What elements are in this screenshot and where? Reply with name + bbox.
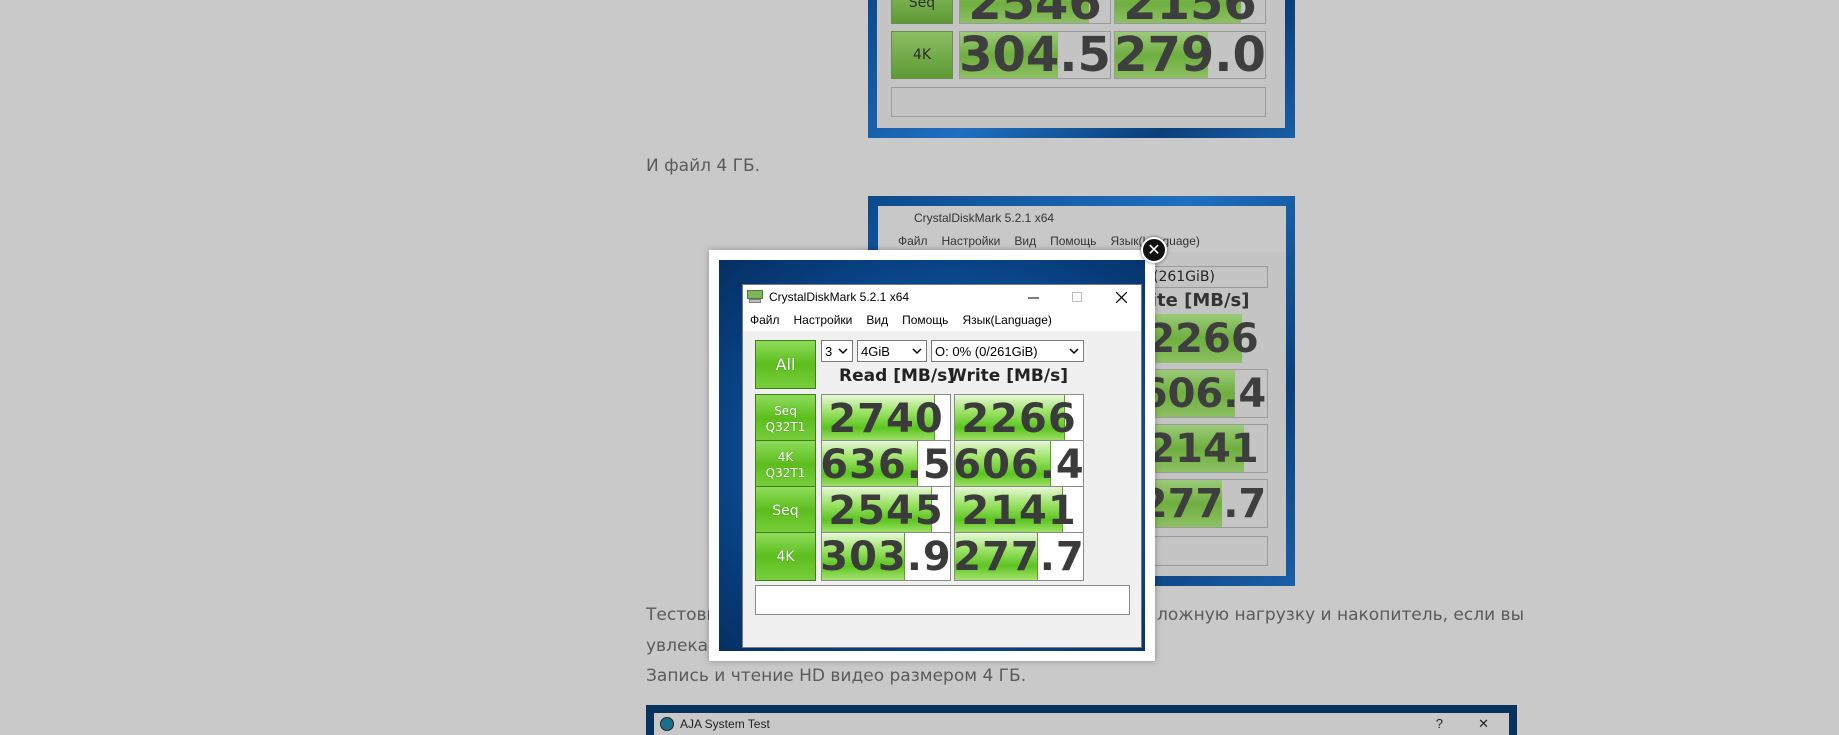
top-comment-box bbox=[891, 87, 1266, 117]
window-titlebar: CrystalDiskMark 5.2.1 x64 bbox=[743, 285, 1141, 309]
middle-value-2: 606.4 bbox=[1138, 369, 1268, 418]
window-body: All 3 4GiB O: 0% (0/261GiB) Read [MB/s] … bbox=[743, 331, 1141, 647]
article-text-file4gb: И файл 4 ГБ. bbox=[646, 156, 761, 176]
menu-file[interactable]: Файл bbox=[743, 313, 787, 327]
desktop-background: CrystalDiskMark 5.2.1 x64 Файл Настройки… bbox=[719, 260, 1145, 651]
top-write-4k: 279.0 bbox=[1114, 31, 1266, 79]
read-4k: 303.9 bbox=[821, 532, 951, 581]
close-window-icon[interactable] bbox=[1099, 285, 1143, 309]
aja-help-icon[interactable]: ? bbox=[1436, 716, 1443, 731]
top-screenshot: Seq 2546 2156 4K 304.5 279.0 bbox=[868, 0, 1295, 138]
4k-q32t1-button[interactable]: 4K Q32T1 bbox=[755, 440, 816, 489]
chevron-down-icon bbox=[912, 348, 922, 355]
middle-window-menu: Файл Настройки Вид Помощь Язык(Language) bbox=[878, 230, 1286, 252]
maximize-icon[interactable] bbox=[1055, 285, 1099, 309]
top-write-seq: 2156 bbox=[1114, 0, 1266, 24]
crystaldiskmark-app-icon bbox=[747, 290, 763, 304]
write-4k-q32t1: 606.4 bbox=[954, 440, 1084, 489]
middle-comment-box bbox=[1138, 536, 1268, 566]
aja-close-icon[interactable]: ✕ bbox=[1478, 716, 1489, 732]
middle-drive-select: (261GiB) bbox=[1148, 266, 1268, 288]
write-4k: 277.7 bbox=[954, 532, 1084, 581]
write-header: Write [MB/s] bbox=[948, 366, 1068, 386]
article-text-test-right: ложную нагрузку и накопитель, если вы bbox=[1157, 605, 1524, 625]
middle-value-1: 2266 bbox=[1138, 314, 1268, 363]
size-select[interactable]: 4GiB bbox=[857, 340, 927, 362]
window-title: CrystalDiskMark 5.2.1 x64 bbox=[769, 290, 910, 304]
lightbox-popup: CrystalDiskMark 5.2.1 x64 Файл Настройки… bbox=[709, 250, 1155, 661]
top-row-label-4k: 4K bbox=[891, 31, 953, 79]
menu-view[interactable]: Вид bbox=[859, 313, 895, 327]
middle-value-3: 2141 bbox=[1138, 424, 1268, 473]
top-read-4k: 304.5 bbox=[959, 31, 1111, 79]
top-row-label-seq: Seq bbox=[891, 0, 953, 24]
seq-button[interactable]: Seq bbox=[755, 486, 816, 535]
read-4k-q32t1: 636.5 bbox=[821, 440, 951, 489]
read-seq-q32t1: 2740 bbox=[821, 394, 951, 443]
article-text-test2-left: увлекае bbox=[646, 636, 719, 656]
minimize-icon[interactable] bbox=[1011, 285, 1055, 309]
chevron-down-icon bbox=[1069, 348, 1079, 355]
menu-settings[interactable]: Настройки bbox=[787, 313, 860, 327]
read-seq: 2545 bbox=[821, 486, 951, 535]
chevron-down-icon bbox=[838, 348, 848, 355]
aja-window-title: AJA System Test ? ✕ bbox=[654, 713, 1509, 735]
seq-q32t1-button[interactable]: Seq Q32T1 bbox=[755, 394, 816, 443]
write-seq: 2141 bbox=[954, 486, 1084, 535]
all-button[interactable]: All bbox=[755, 340, 816, 389]
menu-help[interactable]: Помощь bbox=[895, 313, 955, 327]
window-menubar: Файл Настройки Вид Помощь Язык(Language) bbox=[743, 309, 1141, 331]
middle-value-4: 277.7 bbox=[1138, 479, 1268, 528]
aja-app-icon bbox=[660, 717, 674, 731]
middle-write-header: rite [MB/s] bbox=[1142, 290, 1250, 311]
count-select[interactable]: 3 bbox=[821, 340, 853, 362]
aja-screenshot[interactable]: AJA System Test ? ✕ bbox=[646, 705, 1517, 735]
close-popup-icon[interactable]: ✕ bbox=[1141, 237, 1167, 263]
comment-input[interactable] bbox=[755, 585, 1130, 615]
write-seq-q32t1: 2266 bbox=[954, 394, 1084, 443]
4k-button[interactable]: 4K bbox=[755, 532, 816, 581]
top-read-seq: 2546 bbox=[959, 0, 1111, 24]
drive-select[interactable]: O: 0% (0/261GiB) bbox=[931, 340, 1084, 362]
middle-window-title: CrystalDiskMark 5.2.1 x64 bbox=[878, 206, 1286, 230]
menu-language[interactable]: Язык(Language) bbox=[955, 313, 1058, 327]
top-screenshot-window: Seq 2546 2156 4K 304.5 279.0 bbox=[877, 0, 1285, 128]
article-text-hd-video: Запись и чтение HD видео размером 4 ГБ. bbox=[646, 666, 1027, 686]
crystaldiskmark-window: CrystalDiskMark 5.2.1 x64 Файл Настройки… bbox=[742, 284, 1142, 648]
